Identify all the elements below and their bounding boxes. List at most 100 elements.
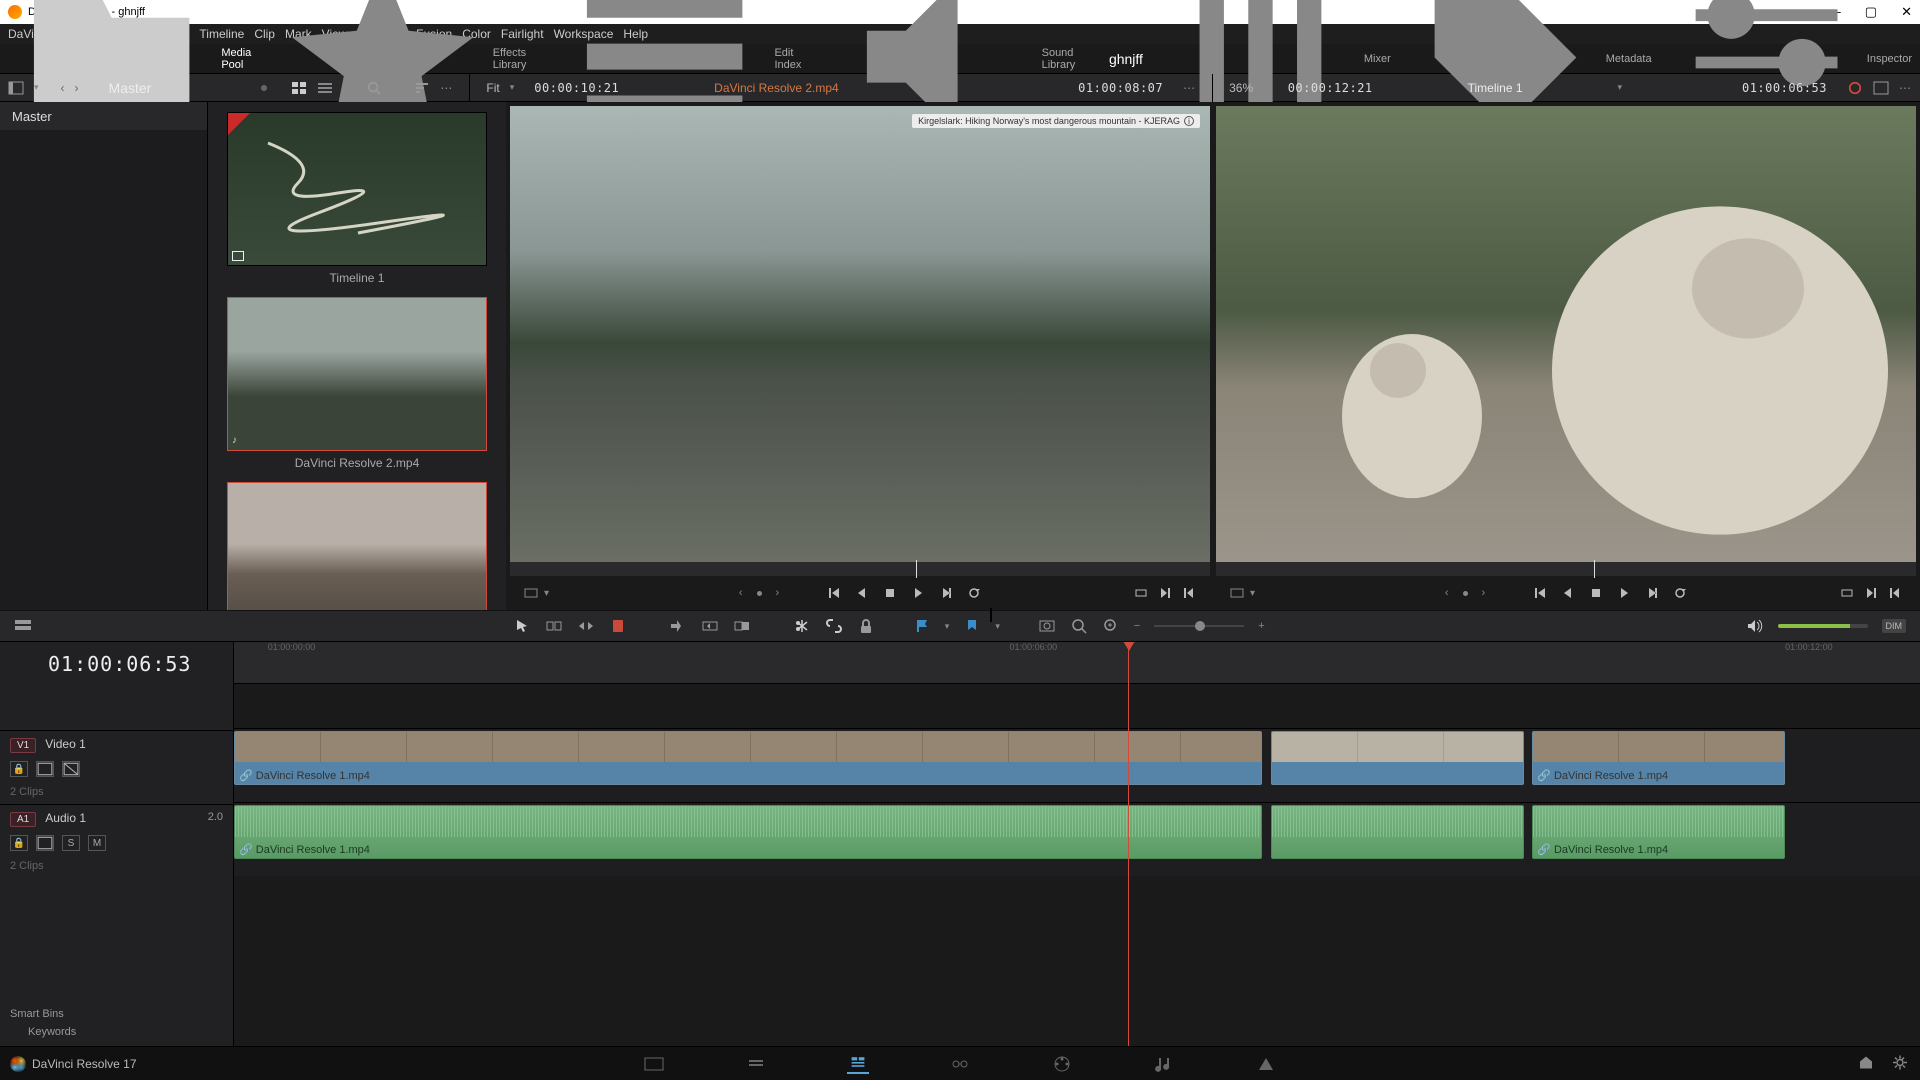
options-icon[interactable]: ⋯ <box>1899 81 1912 95</box>
bypass-icon[interactable] <box>1847 81 1863 95</box>
zoom-out-icon[interactable]: − <box>1134 620 1140 632</box>
record-timecode[interactable]: 01:00:06:53 <box>1742 81 1827 95</box>
audio-clip[interactable] <box>1271 805 1524 859</box>
stop-icon[interactable] <box>883 586 897 600</box>
custom-zoom-icon[interactable] <box>1102 618 1120 634</box>
video-track-header[interactable]: V1 Video 1 🔒 2 Clips <box>0 730 233 804</box>
chevron-down-icon[interactable]: ▾ <box>1263 82 1268 93</box>
audio-track-lane[interactable]: 🔗 DaVinci Resolve 1.mp4 🔗 DaVinci Resolv… <box>234 802 1920 876</box>
detail-zoom-icon[interactable] <box>1070 618 1088 634</box>
next-frame-icon[interactable] <box>939 586 953 600</box>
timeline-body[interactable]: 01:00:00:00 01:00:06:00 01:00:12:00 🔗 Da… <box>234 642 1920 1046</box>
fusion-page-icon[interactable] <box>949 1054 971 1074</box>
video-clip[interactable]: 🔗 DaVinci Resolve 1.mp4 <box>234 731 1262 785</box>
stop-icon[interactable] <box>1589 586 1603 600</box>
source-clip-name[interactable]: DaVinci Resolve 2.mp4 <box>714 81 839 95</box>
timeline-name[interactable]: Timeline 1 <box>1468 81 1523 95</box>
chevron-down-icon[interactable]: ▾ <box>392 82 397 93</box>
track-id[interactable]: V1 <box>10 738 36 753</box>
match-frame-icon[interactable] <box>1230 586 1244 600</box>
mark-in-icon[interactable] <box>1158 586 1172 600</box>
timeline-timecode[interactable]: 01:00:06:53 <box>0 642 233 686</box>
single-viewer-icon[interactable] <box>1873 81 1889 95</box>
marker-icon[interactable] <box>963 618 981 634</box>
mute-icon[interactable]: M <box>88 835 106 851</box>
source-viewer[interactable]: Kirgelslark: Hiking Norway's most danger… <box>510 106 1210 562</box>
fit-dropdown[interactable]: Fit <box>486 81 499 95</box>
solo-icon[interactable]: S <box>62 835 80 851</box>
mark-in-out-icon[interactable] <box>1840 586 1854 600</box>
playhead-icon[interactable] <box>916 560 917 578</box>
prev-frame-icon[interactable] <box>855 586 869 600</box>
lock-icon[interactable] <box>857 618 875 634</box>
next-frame-icon[interactable] <box>1645 586 1659 600</box>
zoom-dropdown[interactable]: 36% <box>1229 81 1253 95</box>
chevron-down-icon[interactable]: ▾ <box>995 621 1000 632</box>
pool-item-clip[interactable]: ♪ DaVinci Resolve 1.mp4 <box>227 482 487 610</box>
media-pool-panel[interactable]: Timeline 1 ♪ DaVinci Resolve 2.mp4 ♪ DaV… <box>208 102 506 610</box>
chevron-down-icon[interactable]: ▾ <box>945 621 950 632</box>
search-icon[interactable] <box>366 81 382 95</box>
overwrite-clip-icon[interactable] <box>701 618 719 634</box>
sidebar-toggle-icon[interactable] <box>8 81 24 95</box>
source-scrubber[interactable] <box>510 562 1210 576</box>
mark-in-out-icon[interactable] <box>1134 586 1148 600</box>
first-frame-icon[interactable] <box>1533 586 1547 600</box>
trim-tool-icon[interactable] <box>545 618 563 634</box>
auto-select-icon[interactable] <box>36 835 54 851</box>
mark-out-icon[interactable] <box>1182 586 1196 600</box>
options-icon[interactable]: ⋯ <box>1183 81 1196 95</box>
deliver-page-icon[interactable] <box>1255 1054 1277 1074</box>
list-view-icon[interactable] <box>317 81 333 95</box>
chevron-down-icon[interactable]: ▾ <box>510 82 515 93</box>
audio-clip[interactable]: 🔗 DaVinci Resolve 1.mp4 <box>234 805 1262 859</box>
chevron-down-icon[interactable]: ▾ <box>343 82 348 93</box>
blade-tool-icon[interactable] <box>609 618 627 634</box>
blade-icon[interactable] <box>793 618 811 634</box>
lock-track-icon[interactable]: 🔒 <box>10 835 28 851</box>
bin-header[interactable]: Master <box>0 102 207 130</box>
video-clip[interactable] <box>1271 731 1524 785</box>
program-viewer[interactable] <box>1216 106 1916 562</box>
nav-fwd-icon[interactable]: › <box>75 81 79 95</box>
options-icon[interactable]: ⋯ <box>440 81 453 95</box>
settings-icon[interactable] <box>1892 1053 1908 1072</box>
disable-track-icon[interactable] <box>62 761 80 777</box>
chevron-down-icon[interactable]: ▾ <box>1617 82 1622 93</box>
cut-page-icon[interactable] <box>745 1054 767 1074</box>
video-clip[interactable]: 🔗 DaVinci Resolve 1.mp4 <box>1532 731 1785 785</box>
audio-track-header[interactable]: A1 Audio 1 2.0 🔒 S M 2 Clips <box>0 804 233 878</box>
speaker-icon[interactable] <box>1746 618 1764 634</box>
keywords-bin[interactable]: Keywords <box>10 1020 198 1038</box>
nav-back-icon[interactable]: ‹ <box>61 81 65 95</box>
play-icon[interactable] <box>1617 586 1631 600</box>
link-icon[interactable] <box>825 618 843 634</box>
replace-clip-icon[interactable] <box>733 618 751 634</box>
flag-icon[interactable] <box>913 618 931 634</box>
zoom-to-fit-icon[interactable] <box>1038 618 1056 634</box>
zoom-slider[interactable] <box>1154 625 1244 627</box>
zoom-in-icon[interactable]: + <box>1258 620 1264 632</box>
mark-out-icon[interactable] <box>1888 586 1902 600</box>
play-icon[interactable] <box>911 586 925 600</box>
playhead-icon[interactable] <box>1594 560 1595 578</box>
jog-right-icon[interactable]: › <box>776 587 780 599</box>
edit-page-icon[interactable] <box>847 1054 869 1074</box>
color-page-icon[interactable] <box>1051 1054 1073 1074</box>
jog-right-icon[interactable]: › <box>1482 587 1486 599</box>
bin-path[interactable]: Master <box>109 80 152 96</box>
loop-icon[interactable] <box>1673 586 1687 600</box>
loop-icon[interactable] <box>967 586 981 600</box>
timeline-view-options-icon[interactable] <box>14 618 32 634</box>
jog-left-icon[interactable]: ‹ <box>739 587 743 599</box>
timeline-ruler[interactable]: 01:00:00:00 01:00:06:00 01:00:12:00 <box>234 642 1920 684</box>
auto-select-icon[interactable] <box>36 761 54 777</box>
source-timecode[interactable]: 01:00:08:07 <box>1078 81 1163 95</box>
dynamic-trim-icon[interactable] <box>577 618 595 634</box>
arrow-tool-icon[interactable] <box>513 618 531 634</box>
jog-left-icon[interactable]: ‹ <box>1445 587 1449 599</box>
program-scrubber[interactable] <box>1216 562 1916 576</box>
track-id[interactable]: A1 <box>10 812 36 827</box>
mark-in-icon[interactable] <box>1864 586 1878 600</box>
match-frame-icon[interactable] <box>524 586 538 600</box>
